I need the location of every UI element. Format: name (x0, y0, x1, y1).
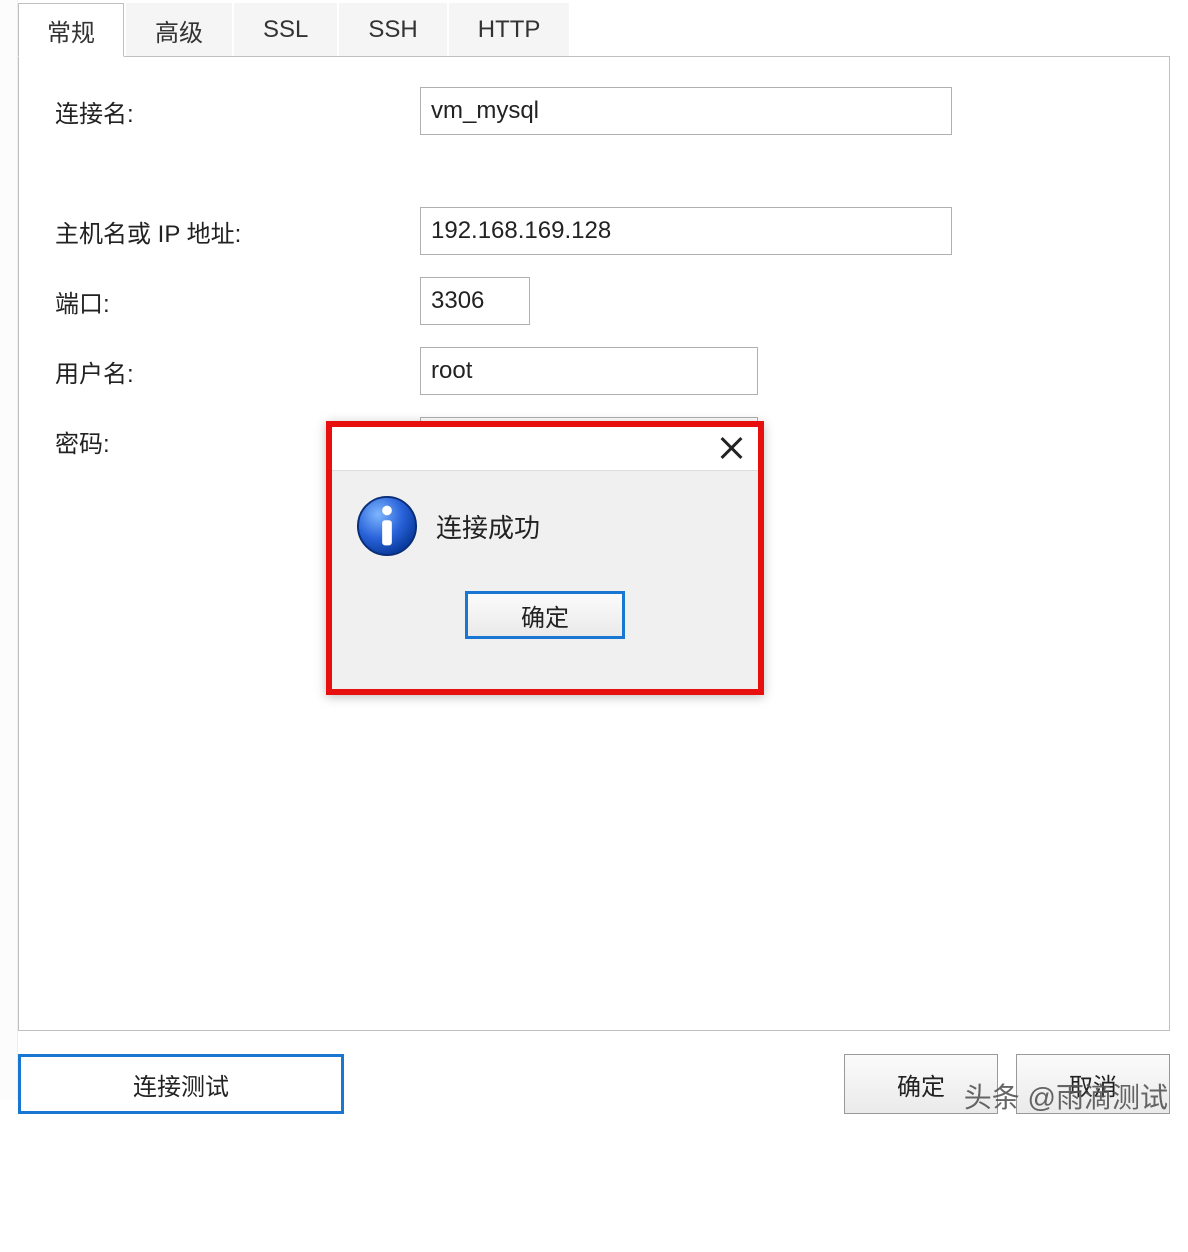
tab-http[interactable]: HTTP (449, 3, 570, 57)
tab-general[interactable]: 常规 (18, 3, 124, 57)
message-row: 连接成功 (356, 495, 734, 557)
cancel-button-label: 取消 (1069, 1067, 1117, 1102)
cancel-button[interactable]: 取消 (1016, 1054, 1170, 1114)
row-host: 主机名或 IP 地址: (55, 207, 1133, 255)
input-port[interactable] (420, 277, 530, 325)
row-connection-name: 连接名: (55, 87, 1133, 135)
close-icon[interactable] (716, 434, 746, 464)
test-connection-button[interactable]: 连接测试 (18, 1054, 344, 1114)
label-host: 主机名或 IP 地址: (55, 214, 420, 249)
input-host[interactable] (420, 207, 952, 255)
tab-advanced[interactable]: 高级 (126, 3, 232, 57)
input-connection-name[interactable] (420, 87, 952, 135)
left-edge-artifact (0, 0, 18, 1100)
message-dialog-body: 连接成功 确定 (332, 471, 758, 689)
label-user: 用户名: (55, 354, 420, 389)
message-text: 连接成功 (436, 508, 540, 545)
label-port: 端口: (55, 284, 420, 319)
row-port: 端口: (55, 277, 1133, 325)
ok-button[interactable]: 确定 (844, 1054, 998, 1114)
row-user: 用户名: (55, 347, 1133, 395)
info-icon (356, 495, 418, 557)
label-connection-name: 连接名: (55, 94, 420, 129)
tab-ssl[interactable]: SSL (234, 3, 337, 57)
message-ok-button[interactable]: 确定 (465, 591, 625, 639)
message-dialog-titlebar (332, 427, 758, 471)
tab-bar: 常规 高级 SSL SSH HTTP (18, 0, 1170, 56)
tab-ssh[interactable]: SSH (339, 3, 446, 57)
input-user[interactable] (420, 347, 758, 395)
dialog-button-bar: 连接测试 确定 取消 (18, 1054, 1170, 1114)
message-dialog: 连接成功 确定 (326, 421, 764, 695)
